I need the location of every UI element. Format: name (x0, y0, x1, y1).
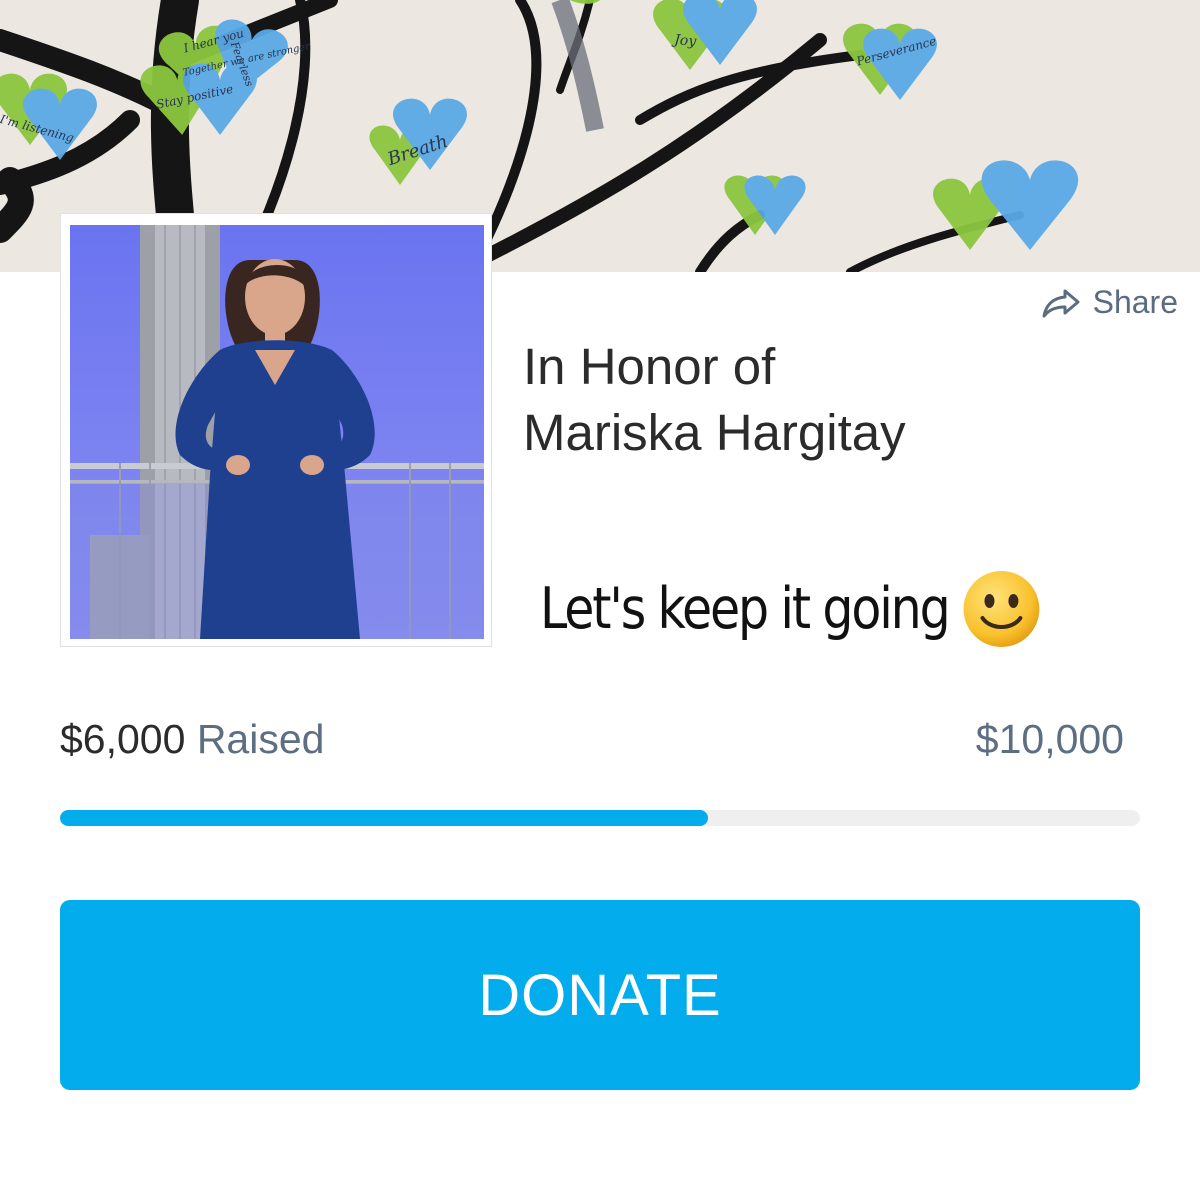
donate-button[interactable]: DONATE (60, 900, 1140, 1090)
profile-photo-frame (60, 213, 492, 647)
progress-bar (60, 810, 1140, 826)
raised-summary: $6,000 Raised (60, 716, 324, 763)
share-label: Share (1092, 284, 1178, 320)
tagline-text: Let's keep it going (540, 576, 951, 642)
progress-bar-fill (60, 810, 708, 826)
share-button[interactable]: Share (1041, 284, 1178, 321)
profile-photo (70, 225, 484, 639)
campaign-title-line2: Mariska Hargitay (523, 404, 906, 461)
goal-amount: $10,000 (975, 716, 1124, 762)
campaign-tagline: Let's keep it going (540, 568, 1040, 650)
campaign-title-line1: In Honor of (523, 338, 776, 395)
raised-label: Raised (196, 716, 325, 762)
share-arrow-icon (1042, 289, 1080, 317)
raised-amount: $6,000 (60, 716, 186, 762)
note-text: Joy (673, 32, 697, 50)
campaign-title: In Honor of Mariska Hargitay (523, 334, 1163, 466)
smiling-face-icon (963, 571, 1040, 647)
